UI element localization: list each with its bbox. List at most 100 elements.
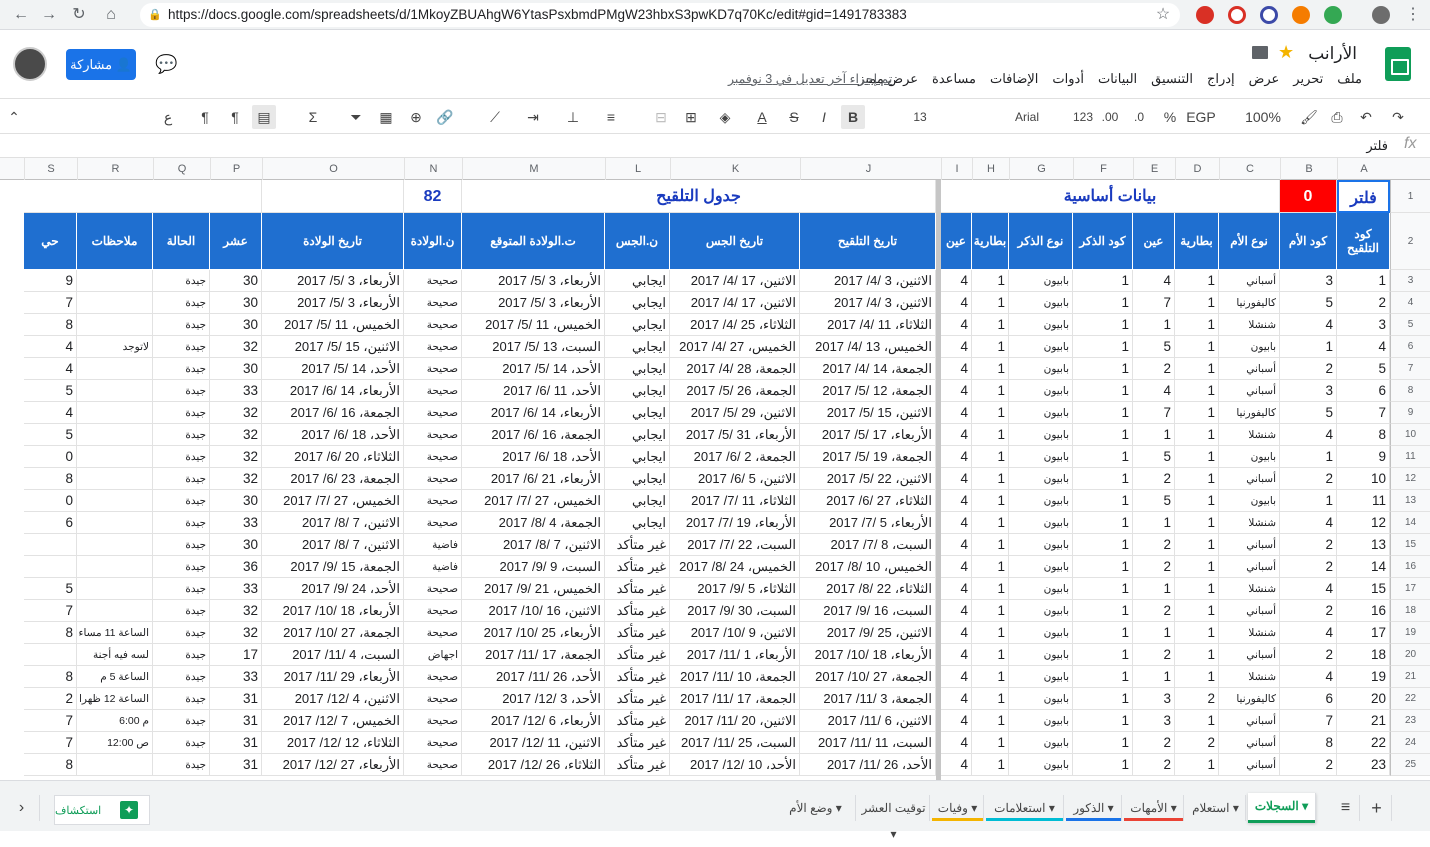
sheet-tab[interactable]: توقيت العشر ▾ (858, 795, 930, 841)
cell-l[interactable]: غير متأكد (605, 754, 670, 776)
cell-s[interactable]: 8 (24, 622, 77, 644)
cell-n[interactable]: صحيحة (404, 622, 462, 644)
cell-b[interactable]: 2 (1280, 644, 1337, 666)
sheet-tab[interactable]: استعلامات ▾ (986, 795, 1064, 821)
cell-p[interactable]: 33 (210, 380, 262, 402)
cell-q[interactable]: جيدة (153, 578, 210, 600)
cell-j[interactable]: الثلاثاء، 27 /6/ 2017 (800, 490, 936, 512)
cell-h[interactable]: 1 (972, 292, 1009, 314)
cell-p[interactable]: 33 (210, 578, 262, 600)
sheet-tab[interactable]: الذكور ▾ (1066, 795, 1122, 821)
sheet-tab[interactable]: السجلات ▾ (1248, 793, 1316, 823)
cell-p[interactable]: 30 (210, 490, 262, 512)
cell-h[interactable]: 1 (972, 336, 1009, 358)
cell-e[interactable]: 1 (1133, 314, 1175, 336)
cell-o[interactable]: الخميس، 7 /12/ 2017 (262, 710, 404, 732)
cell-i[interactable]: 4 (941, 446, 972, 468)
header-m[interactable]: ت.الولادة المتوقع (462, 213, 605, 270)
cell-a[interactable]: 18 (1337, 644, 1390, 666)
cell-j[interactable]: الجمعة، 27 /10/ 2017 (800, 666, 936, 688)
menu-addons[interactable]: الإضافات (990, 71, 1038, 87)
cell-j[interactable]: الجمعة، 14 /4/ 2017 (800, 358, 936, 380)
cell-r[interactable] (77, 468, 153, 490)
cell-i[interactable]: 4 (941, 380, 972, 402)
cell-i[interactable]: 4 (941, 754, 972, 776)
row-header[interactable]: 19 (1390, 622, 1430, 644)
cell-i[interactable]: 4 (941, 622, 972, 644)
cell-j[interactable]: الخميس، 13 /4/ 2017 (800, 336, 936, 358)
cell-l[interactable]: ايجابي (605, 512, 670, 534)
cell-c[interactable]: شنشلا (1219, 578, 1280, 600)
cell-s[interactable]: 8 (24, 314, 77, 336)
cell-a[interactable]: 1 (1337, 270, 1390, 292)
cell-l[interactable]: ايجابي (605, 402, 670, 424)
cell-f[interactable]: 1 (1073, 468, 1133, 490)
cell-m[interactable]: السبت، 13 /5/ 2017 (462, 336, 605, 358)
row-header[interactable]: 15 (1390, 534, 1430, 556)
cell-o[interactable]: الاثنين، 4 /12/ 2017 (262, 688, 404, 710)
cell-k[interactable]: الثلاثاء، 25 /4/ 2017 (670, 314, 800, 336)
ltr-button[interactable]: ¶ (224, 105, 246, 129)
menu-tools[interactable]: أدوات (1052, 71, 1084, 87)
cell-d[interactable]: 1 (1175, 622, 1219, 644)
cell-h[interactable]: 1 (972, 556, 1009, 578)
cell-a[interactable]: 13 (1337, 534, 1390, 556)
cell-c[interactable]: كاليفورنيا (1219, 292, 1280, 314)
cell-j[interactable]: الثلاثاء، 22 /8/ 2017 (800, 578, 936, 600)
cell-b[interactable]: 3 (1280, 270, 1337, 292)
vertical-align-icon[interactable]: ⊥ (562, 105, 584, 129)
cell-j[interactable]: الاثنين، 25 /9/ 2017 (800, 622, 936, 644)
browser-menu-icon[interactable]: ⋮ (1402, 4, 1424, 26)
cell-b[interactable]: 3 (1280, 380, 1337, 402)
font-size-select[interactable]: 13 (904, 105, 936, 129)
cell-s[interactable]: 0 (24, 490, 77, 512)
paint-format-icon[interactable]: 🖌 (1298, 105, 1320, 129)
cell-q[interactable]: جيدة (153, 710, 210, 732)
cell-s[interactable]: 4 (24, 402, 77, 424)
cell-a[interactable]: 12 (1337, 512, 1390, 534)
rtl-button[interactable]: ¶ (194, 105, 216, 129)
menu-file[interactable]: ملف (1337, 71, 1362, 87)
cell-o[interactable]: الأربعاء، 27 /12/ 2017 (262, 754, 404, 776)
cell-s[interactable]: 0 (24, 446, 77, 468)
row-header[interactable]: 8 (1390, 380, 1430, 402)
cell-s[interactable]: 5 (24, 578, 77, 600)
cell-p[interactable]: 32 (210, 402, 262, 424)
cell-s[interactable] (24, 644, 77, 666)
menu-edit[interactable]: تحرير (1293, 71, 1323, 87)
cell-a[interactable]: 17 (1337, 622, 1390, 644)
stop-extension-icon[interactable] (1260, 6, 1278, 24)
cell-l[interactable]: ايجابي (605, 336, 670, 358)
cell-f[interactable]: 1 (1073, 402, 1133, 424)
header-h[interactable]: بطارية (972, 213, 1009, 270)
cell-c[interactable]: بابيون (1219, 490, 1280, 512)
header-n[interactable]: ن.الولادة (404, 213, 462, 270)
cell-m[interactable]: الثلاثاء، 26 /12/ 2017 (462, 754, 605, 776)
cell-g[interactable]: بابيون (1009, 314, 1073, 336)
row-header[interactable]: 18 (1390, 600, 1430, 622)
cell-g[interactable]: بابيون (1009, 292, 1073, 314)
cell-f[interactable]: 1 (1073, 732, 1133, 754)
cell-m[interactable]: الخميس، 27 /7/ 2017 (462, 490, 605, 512)
column-header-r[interactable]: R (77, 158, 153, 180)
cell-f[interactable]: 1 (1073, 336, 1133, 358)
cell-i[interactable]: 4 (941, 732, 972, 754)
column-header-l[interactable]: L (605, 158, 670, 180)
cell-j[interactable]: الجمعة، 12 /5/ 2017 (800, 380, 936, 402)
globe-extension-icon[interactable] (1324, 6, 1342, 24)
cell-j[interactable]: الأحد، 26 /11/ 2017 (800, 754, 936, 776)
cell-a[interactable]: 2 (1337, 292, 1390, 314)
header-j[interactable]: تاريخ التلقيح (800, 213, 936, 270)
column-header-k[interactable]: K (670, 158, 800, 180)
reload-icon[interactable]: ↻ (68, 4, 90, 26)
cell-s[interactable]: 4 (24, 358, 77, 380)
comments-icon[interactable]: 💬 (155, 54, 177, 74)
cell-q[interactable]: جيدة (153, 512, 210, 534)
cell-r[interactable]: الساعة 5 م (77, 666, 153, 688)
forward-arrow-icon[interactable]: → (38, 4, 60, 26)
cell-q[interactable]: جيدة (153, 270, 210, 292)
cell-o[interactable]: الجمعة، 23 /6/ 2017 (262, 468, 404, 490)
cell-d[interactable]: 1 (1175, 292, 1219, 314)
cell-n[interactable]: اجهاض (404, 644, 462, 666)
cell-k[interactable]: الأربعاء، 1 /11/ 2017 (670, 644, 800, 666)
